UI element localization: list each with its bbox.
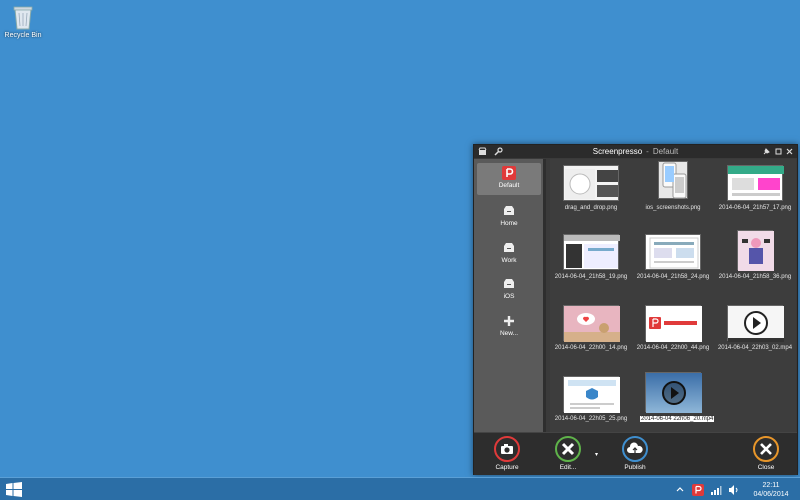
workspace-item-home[interactable]: Home <box>477 201 541 233</box>
gallery-item[interactable]: 2014-06-04_21h57_17.png <box>714 159 796 215</box>
window-title: Screenpresso - Default <box>474 145 797 158</box>
gallery-item[interactable]: 2014-06-04_21h58_36.png <box>714 228 796 284</box>
title-bar: Screenpresso - Default <box>474 145 797 158</box>
network-icon[interactable] <box>710 484 722 496</box>
app-name: Screenpresso <box>592 147 643 156</box>
thumbnail-image <box>563 376 620 413</box>
thumbnail-filename: 2014-06-04_21h57_17.png <box>718 205 792 211</box>
camera-icon <box>494 436 520 462</box>
workspace-label: New... <box>499 330 519 337</box>
close-window-icon[interactable] <box>785 147 794 156</box>
gallery-item-selected[interactable]: 2014-06-04 22h06_20.mp4 <box>632 370 715 426</box>
taskbar: 22:11 04/06/2014 <box>0 477 800 500</box>
workspace-label: Home <box>500 220 518 227</box>
thumbnail-image <box>645 305 702 342</box>
action-bar: Capture Edit... ▾ Publish Close <box>474 432 797 475</box>
thumbnail-filename: 2014-06-04_22h00_14.png <box>554 345 628 351</box>
thumbnail-image <box>563 305 620 342</box>
workspace-item-default[interactable]: Default <box>477 163 541 195</box>
workspace-label: Default <box>498 182 520 189</box>
capture-label: Capture <box>495 464 519 471</box>
edit-tools-icon <box>555 436 581 462</box>
thumbnail-image <box>658 161 688 199</box>
maximize-icon[interactable] <box>774 147 783 156</box>
thumbnail-filename-edit[interactable]: 2014-06-04 22h06_20.mp4 <box>640 416 715 422</box>
thumbnail-image <box>645 234 701 270</box>
gallery-item[interactable]: 2014-06-04_21h58_24.png <box>632 228 714 284</box>
close-label: Close <box>757 464 775 471</box>
plus-icon <box>502 314 516 328</box>
recycle-bin-icon <box>12 4 34 30</box>
folder-box-icon <box>502 241 516 255</box>
thumbnail-filename: 2014-06-04_21h58_19.png <box>554 274 628 280</box>
clock-date: 04/06/2014 <box>753 490 789 498</box>
thumbnail-filename: 2014-06-04_21h58_36.png <box>718 274 792 280</box>
gallery-item[interactable]: ios_screenshots.png <box>632 159 714 215</box>
publish-button[interactable]: Publish <box>610 436 660 471</box>
recycle-bin[interactable]: Recycle Bin <box>2 4 44 39</box>
thumbnail-filename: 2014-06-04_21h58_24.png <box>636 274 710 280</box>
edit-dropdown-arrow[interactable]: ▾ <box>595 451 598 458</box>
thumbnail-image <box>563 165 619 201</box>
thumbnail-filename: 2014-06-04_22h00_44.png <box>636 345 710 351</box>
edit-button[interactable]: Edit... <box>543 436 593 471</box>
recycle-bin-label: Recycle Bin <box>4 32 42 39</box>
thumbnail-image <box>645 372 702 413</box>
pin-icon[interactable] <box>762 147 771 156</box>
screenpresso-window: Screenpresso - Default Default Home Work… <box>473 144 798 475</box>
gallery-item[interactable]: 2014-06-04_21h58_19.png <box>550 228 632 284</box>
thumbnail-filename: 2014-06-04_22h03_02.mp4 <box>717 345 793 351</box>
capture-button[interactable]: Capture <box>482 436 532 471</box>
workspace-item-ios[interactable]: iOS <box>477 274 541 306</box>
edit-label: Edit... <box>559 464 577 471</box>
chevron-up-icon[interactable] <box>674 484 686 496</box>
thumbnail-image <box>563 234 620 270</box>
gallery-item[interactable]: 2014-06-04_22h05_25.png <box>550 370 632 426</box>
close-button[interactable]: Close <box>741 436 791 471</box>
workspace-item-work[interactable]: Work <box>477 238 541 270</box>
close-icon <box>753 436 779 462</box>
thumbnail-image <box>737 230 774 271</box>
thumbnail-image <box>727 165 784 201</box>
workspace-item-new[interactable]: New... <box>477 311 541 343</box>
workspace-sidebar: Default Home Work iOS New... <box>474 159 546 432</box>
thumbnail-image <box>727 305 784 342</box>
thumbnail-filename: 2014-06-04_22h05_25.png <box>554 416 628 422</box>
windows-start-icon[interactable] <box>6 482 22 497</box>
workspace-label: iOS <box>503 293 515 300</box>
system-tray: 22:11 04/06/2014 <box>674 478 800 500</box>
thumbnail-gallery: drag_and_drop.png ios_screenshots.png 20… <box>550 159 796 432</box>
screenpresso-tray-icon[interactable] <box>692 483 704 496</box>
screenpresso-logo-icon <box>502 166 516 180</box>
volume-icon[interactable] <box>728 484 740 496</box>
workspace-label: Work <box>501 257 517 264</box>
gallery-item[interactable]: 2014-06-04_22h03_02.mp4 <box>714 299 796 355</box>
cloud-upload-icon <box>622 436 648 462</box>
thumbnail-filename: drag_and_drop.png <box>564 205 618 211</box>
thumbnail-filename: ios_screenshots.png <box>645 205 701 211</box>
gallery-item[interactable]: 2014-06-04_22h00_44.png <box>632 299 714 355</box>
folder-box-icon <box>502 204 516 218</box>
gallery-item[interactable]: drag_and_drop.png <box>550 159 632 215</box>
folder-box-icon <box>502 277 516 291</box>
clock-time: 22:11 <box>762 481 780 489</box>
workspace-name: Default <box>652 147 679 156</box>
system-clock[interactable]: 22:11 04/06/2014 <box>746 481 796 499</box>
title-separator: - <box>646 147 649 156</box>
publish-label: Publish <box>624 464 646 471</box>
gallery-item[interactable]: 2014-06-04_22h00_14.png <box>550 299 632 355</box>
